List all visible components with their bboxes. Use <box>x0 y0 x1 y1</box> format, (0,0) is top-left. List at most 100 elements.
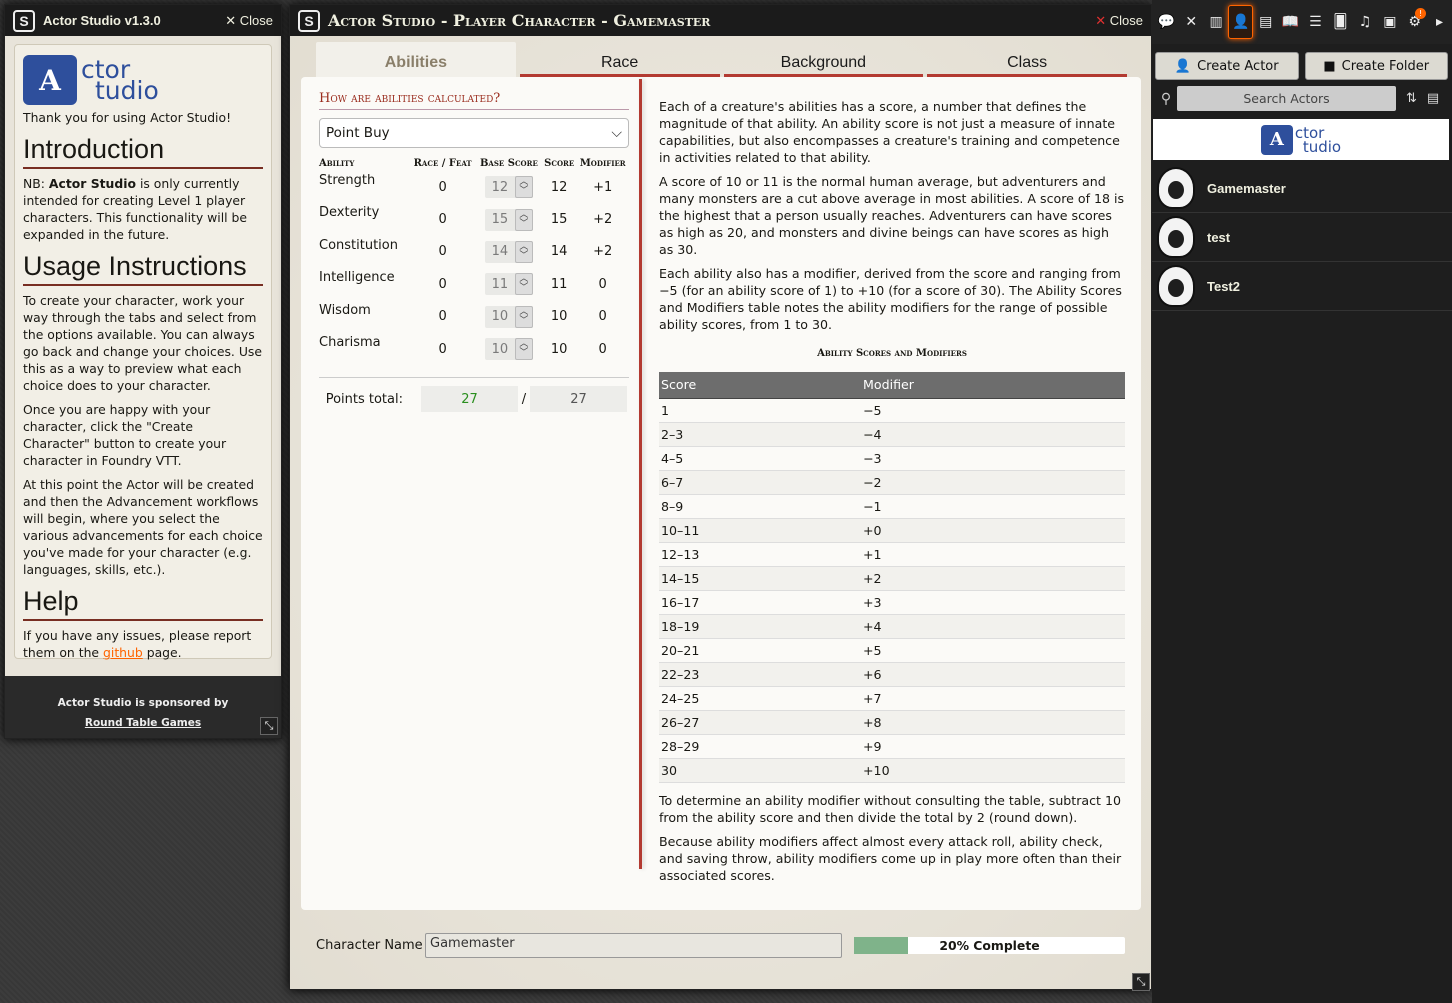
points-max: 27 <box>530 386 627 412</box>
table-row: 24–25 +7 <box>659 686 1125 711</box>
stepper-arrows-icon[interactable]: ︿ ﹀ <box>514 305 533 328</box>
base-score-value[interactable]: 12 <box>485 180 515 195</box>
settings-icon[interactable]: ⚙! <box>1402 5 1427 39</box>
modifier-value: +8 <box>861 710 1125 735</box>
search-input[interactable]: Search Actors <box>1177 86 1396 111</box>
race-feat-bonus: 0 <box>438 276 447 292</box>
panel-divider <box>639 79 642 869</box>
notification-badge: ! <box>1415 8 1427 19</box>
base-score-stepper[interactable]: 12 ︿ ﹀ <box>484 176 533 199</box>
base-score-stepper[interactable]: 10 ︿ ﹀ <box>484 305 533 328</box>
journal-icon[interactable]: 📖 <box>1278 5 1303 39</box>
tab-background[interactable]: Background <box>723 42 924 78</box>
close-button[interactable]: Close <box>1095 13 1143 29</box>
items-icon[interactable]: ▤ <box>1253 5 1278 39</box>
stepper-arrows-icon[interactable]: ︿ ﹀ <box>514 338 533 361</box>
resize-handle-icon[interactable]: ⤡ <box>1132 973 1150 991</box>
abilities-table: Ability Race / Feat Base Score Score Mod… <box>319 158 629 365</box>
scenes-icon[interactable]: ▥ <box>1204 5 1229 39</box>
sponsor-link[interactable]: Round Table Games <box>85 717 201 729</box>
window-header[interactable]: S Actor Studio - Player Character - Game… <box>290 5 1151 36</box>
ability-name: Wisdom <box>319 302 371 318</box>
actors-icon[interactable]: 👤 <box>1228 5 1254 39</box>
base-score-stepper[interactable]: 10 ︿ ﹀ <box>484 338 533 361</box>
window-header[interactable]: S Actor Studio v1.3.0 Close <box>5 5 281 36</box>
race-feat-bonus: 0 <box>438 179 447 195</box>
ability-score: 15 <box>550 212 568 228</box>
logo-text-line2: tudio <box>95 76 159 105</box>
banner-text-line2: tudio <box>1302 137 1342 156</box>
modifier-value: −4 <box>861 422 1125 447</box>
character-name-input[interactable]: Gamemaster <box>425 932 842 958</box>
modifier-value: +4 <box>861 614 1125 639</box>
help-text-after: page. <box>146 645 182 660</box>
score-range: 18–19 <box>659 614 861 639</box>
table-row: 22–23 +6 <box>659 662 1125 687</box>
stepper-arrows-icon[interactable]: ︿ ﹀ <box>514 176 533 199</box>
table-row: 10–11 +0 <box>659 518 1125 543</box>
modifier-value: −2 <box>861 470 1125 495</box>
thanks-text: Thank you for using Actor Studio! <box>23 110 232 125</box>
cards-icon[interactable]: 🂠 <box>1328 5 1353 39</box>
create-actor-button[interactable]: 👤 Create Actor <box>1155 52 1299 80</box>
base-score-cell: 10 ︿ ﹀ <box>476 301 542 333</box>
score-range: 28–29 <box>659 734 861 759</box>
tables-icon[interactable]: ☰ <box>1303 5 1328 39</box>
collapse-icon[interactable]: ▸ <box>1427 5 1452 39</box>
resize-handle-icon[interactable]: ⤡ <box>260 717 278 735</box>
base-score-stepper[interactable]: 15 ︿ ﹀ <box>484 208 533 231</box>
ability-name: Intelligence <box>319 270 395 286</box>
playlists-icon[interactable]: ♫ <box>1353 5 1378 39</box>
github-link[interactable]: github <box>103 645 143 660</box>
base-score-stepper[interactable]: 11 ︿ ﹀ <box>484 273 533 296</box>
tab-race[interactable]: Race <box>519 42 720 78</box>
ability-modifier: 0 <box>598 276 607 292</box>
actor-list-item[interactable]: Test2 <box>1152 262 1452 311</box>
compendium-icon[interactable]: ▣ <box>1377 5 1402 39</box>
close-button[interactable]: Close <box>225 13 273 29</box>
calc-method-question: How are abilities calculated? <box>319 91 629 110</box>
progress-text: 20% Complete <box>939 937 1040 953</box>
base-score-value[interactable]: 15 <box>485 212 515 227</box>
desc-paragraph: Each ability also has a modifier, derive… <box>659 266 1122 332</box>
stepper-arrows-icon[interactable]: ︿ ﹀ <box>514 208 533 231</box>
base-score-value[interactable]: 11 <box>485 277 515 292</box>
ability-modifier: 0 <box>598 309 607 325</box>
stepper-arrows-icon[interactable]: ︿ ﹀ <box>514 240 533 263</box>
sort-icon[interactable]: ⇅ <box>1406 91 1417 106</box>
base-score-value[interactable]: 14 <box>485 244 515 259</box>
score-range: 26–27 <box>659 710 861 735</box>
tab-class[interactable]: Class <box>927 42 1127 78</box>
score-range: 10–11 <box>659 518 861 543</box>
actor-list-item[interactable]: test <box>1152 213 1452 262</box>
collapse-folders-icon[interactable]: ▤ <box>1427 91 1439 106</box>
base-score-value[interactable]: 10 <box>485 309 515 324</box>
base-score-stepper[interactable]: 14 ︿ ﹀ <box>484 240 533 263</box>
bottom-bar: Character Name Gamemaster 20% Complete <box>316 931 1127 959</box>
info-content: A ctor tudio Thank you for using Actor S… <box>14 44 272 660</box>
base-score-value[interactable]: 10 <box>485 342 515 357</box>
score-range: 6–7 <box>659 470 861 495</box>
stepper-arrows-icon[interactable]: ︿ ﹀ <box>514 273 533 296</box>
usage-heading: Usage Instructions <box>23 250 263 286</box>
combat-icon-glyph: ✕ <box>1185 14 1198 30</box>
modifier-value: +7 <box>861 686 1125 711</box>
create-folder-button[interactable]: ■ Create Folder <box>1304 52 1448 80</box>
chat-icon[interactable]: 💬 <box>1154 5 1179 39</box>
sponsor-text: Actor Studio is sponsored by <box>57 697 229 709</box>
intro-text: NB: Actor Studio is only currently inten… <box>23 175 263 243</box>
tab-abilities[interactable]: Abilities <box>316 42 516 78</box>
col-base-score: Base Score <box>479 158 538 169</box>
ability-row-dexterity: Dexterity 0 15 ︿ ﹀ 15 +2 <box>319 203 629 235</box>
intro-heading: Introduction <box>23 133 263 169</box>
calc-method-select[interactable]: Point Buy ⌵ <box>319 118 629 148</box>
actor-list-item[interactable]: Gamemaster <box>1152 164 1452 213</box>
tables-icon-glyph: ☰ <box>1309 14 1322 30</box>
modifier-value: +2 <box>861 566 1125 591</box>
usage-p1: To create your character, work your way … <box>23 293 262 393</box>
actor-studio-logo: A ctor tudio <box>23 51 263 109</box>
actor-studio-banner-button[interactable]: A ctor tudio <box>1153 119 1449 160</box>
scenes-icon-glyph: ▥ <box>1209 14 1223 30</box>
combat-icon[interactable]: ✕ <box>1179 5 1204 39</box>
table-row: 28–29 +9 <box>659 734 1125 759</box>
